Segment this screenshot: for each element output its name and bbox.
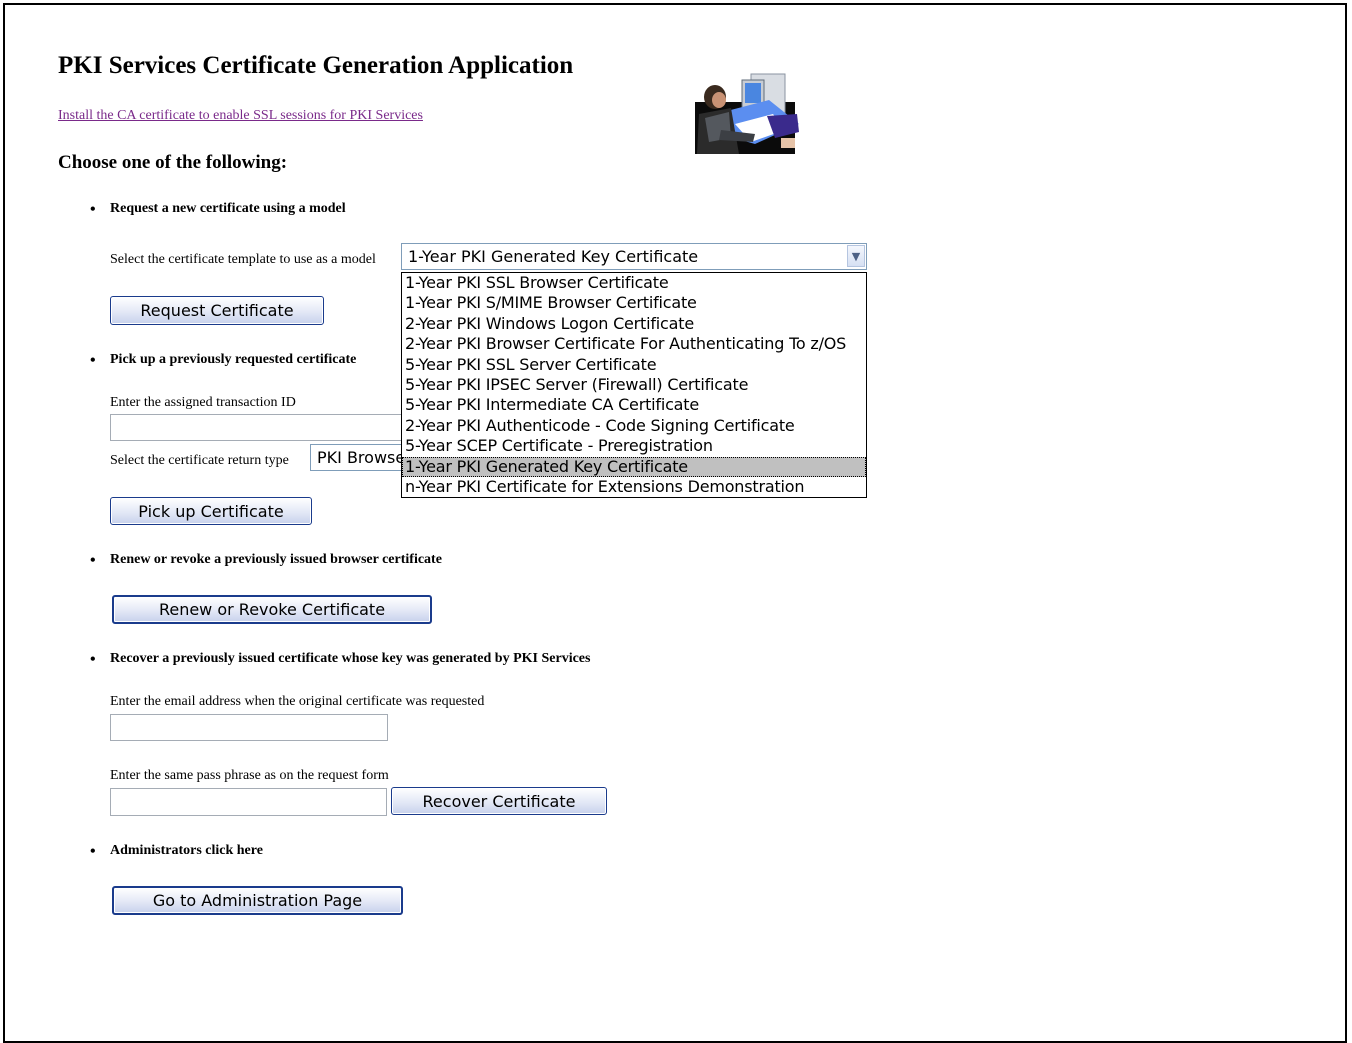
request-certificate-button[interactable]: Request Certificate (110, 296, 324, 325)
pickup-section-heading: • Pick up a previously requested certifi… (90, 352, 357, 369)
recover-heading-text: Recover a previously issued certificate … (110, 651, 591, 666)
renew-revoke-certificate-button[interactable]: Renew or Revoke Certificate (112, 595, 432, 624)
recover-certificate-button[interactable]: Recover Certificate (391, 787, 607, 815)
template-option[interactable]: 1-Year PKI S/MIME Browser Certificate (402, 293, 866, 313)
page-title: PKI Services Certificate Generation Appl… (58, 52, 574, 79)
pickup-heading-text: Pick up a previously requested certifica… (110, 352, 357, 367)
transaction-id-input[interactable] (110, 414, 410, 441)
return-type-select-value: PKI Browser Certificate (317, 448, 410, 467)
passphrase-input[interactable] (110, 788, 387, 816)
renew-section-heading: • Renew or revoke a previously issued br… (90, 552, 442, 569)
template-label: Select the certificate template to use a… (110, 252, 376, 267)
person-at-computer-icon (695, 72, 801, 156)
go-to-administration-page-button[interactable]: Go to Administration Page (112, 886, 403, 915)
template-option[interactable]: 1-Year PKI SSL Browser Certificate (402, 273, 866, 293)
renew-heading-text: Renew or revoke a previously issued brow… (110, 552, 442, 567)
template-option[interactable]: 5-Year PKI Intermediate CA Certificate (402, 395, 866, 415)
admin-section-heading: • Administrators click here (90, 843, 263, 860)
template-option[interactable]: 5-Year SCEP Certificate - Preregistratio… (402, 436, 866, 456)
choose-heading: Choose one of the following: (58, 152, 288, 173)
template-option[interactable]: 5-Year PKI SSL Server Certificate (402, 355, 866, 375)
install-ca-certificate-link[interactable]: Install the CA certificate to enable SSL… (58, 108, 423, 124)
pick-up-certificate-button[interactable]: Pick up Certificate (110, 497, 312, 525)
transaction-id-label: Enter the assigned transaction ID (110, 395, 296, 410)
bullet-icon: • (90, 201, 96, 218)
request-section-heading: • Request a new certificate using a mode… (90, 201, 346, 218)
recover-section-heading: • Recover a previously issued certificat… (90, 651, 591, 668)
email-input[interactable] (110, 714, 388, 741)
template-option[interactable]: 5-Year PKI IPSEC Server (Firewall) Certi… (402, 375, 866, 395)
template-select-value: 1-Year PKI Generated Key Certificate (408, 247, 699, 266)
passphrase-label: Enter the same pass phrase as on the req… (110, 768, 389, 783)
bullet-icon: • (90, 552, 96, 569)
return-type-select[interactable]: PKI Browser Certificate (310, 444, 410, 471)
template-option[interactable]: 2-Year PKI Windows Logon Certificate (402, 314, 866, 334)
request-heading-text: Request a new certificate using a model (110, 201, 346, 216)
email-label: Enter the email address when the origina… (110, 694, 485, 709)
template-option[interactable]: 2-Year PKI Browser Certificate For Authe… (402, 334, 866, 354)
template-option[interactable]: n-Year PKI Certificate for Extensions De… (402, 477, 866, 497)
admin-heading-text: Administrators click here (110, 843, 263, 858)
template-option[interactable]: 1-Year PKI Generated Key Certificate (402, 456, 866, 477)
chevron-down-icon[interactable]: ▼ (847, 245, 865, 267)
return-type-label: Select the certificate return type (110, 453, 289, 468)
template-option[interactable]: 2-Year PKI Authenticode - Code Signing C… (402, 416, 866, 436)
bullet-icon: • (90, 651, 96, 668)
bullet-icon: • (90, 352, 96, 369)
template-dropdown-list[interactable]: 1-Year PKI SSL Browser Certificate 1-Year… (401, 272, 867, 498)
bullet-icon: • (90, 843, 96, 860)
template-select[interactable]: 1-Year PKI Generated Key Certificate ▼ (401, 243, 867, 270)
